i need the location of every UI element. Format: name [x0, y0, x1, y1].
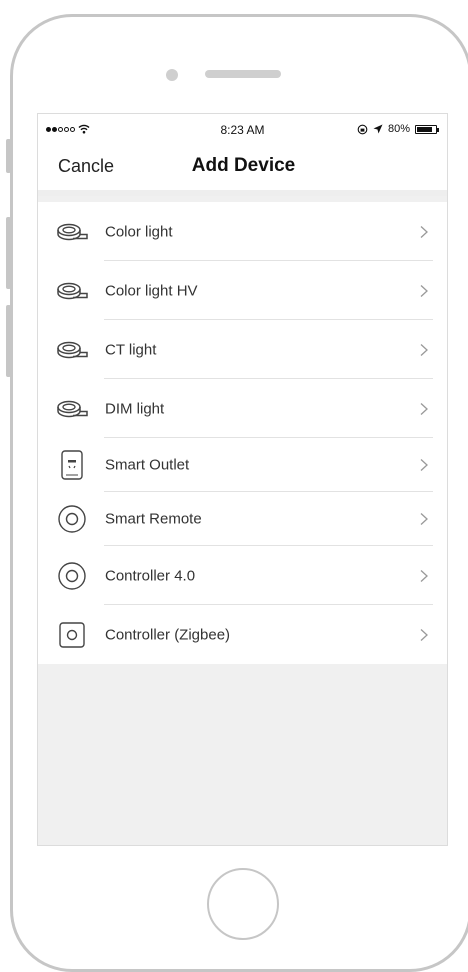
earpiece-speaker: [205, 70, 281, 78]
device-row-dim-light[interactable]: DIM light: [38, 379, 447, 438]
device-row-smart-remote[interactable]: Smart Remote: [38, 492, 447, 546]
device-row-ct-light[interactable]: CT light: [38, 320, 447, 379]
device-label: Controller 4.0: [105, 567, 196, 584]
home-button[interactable]: [207, 868, 279, 940]
device-row-color-light[interactable]: Color light: [38, 202, 447, 261]
led-strip-icon: [56, 393, 88, 425]
device-list: Color light Color light HV CT light DIM …: [38, 202, 447, 664]
chevron-right-icon: [420, 343, 428, 356]
device-row-smart-outlet[interactable]: Smart Outlet: [38, 438, 447, 492]
rotation-lock-icon: [357, 124, 368, 134]
led-strip-icon: [56, 275, 88, 307]
page-title: Add Device: [191, 155, 296, 176]
location-arrow-icon: [373, 124, 383, 134]
outlet-icon: [56, 449, 88, 481]
device-label: DIM light: [105, 400, 165, 417]
status-right: 80%: [357, 123, 439, 135]
device-label: Smart Remote: [105, 510, 202, 528]
chevron-right-icon: [420, 628, 428, 641]
chevron-right-icon: [420, 513, 428, 525]
device-label: Color light HV: [105, 282, 198, 299]
battery-icon: [415, 124, 439, 134]
device-row-controller-4[interactable]: Controller 4.0: [38, 546, 447, 605]
remote-circle-icon: [56, 503, 88, 535]
phone-screen: 8:23 AM 80% Cancle Add Device Color ligh…: [37, 113, 448, 846]
chevron-right-icon: [420, 225, 428, 238]
controller-circle-icon: [56, 560, 88, 592]
front-camera: [166, 69, 178, 81]
device-label: Smart Outlet: [105, 456, 190, 474]
device-row-color-light-hv[interactable]: Color light HV: [38, 261, 447, 320]
chevron-right-icon: [420, 402, 428, 415]
led-strip-icon: [56, 334, 88, 366]
chevron-right-icon: [420, 459, 428, 471]
chevron-right-icon: [420, 284, 428, 297]
device-label: Controller (Zigbee): [105, 626, 231, 643]
device-label: Color light: [105, 223, 173, 240]
led-strip-icon: [56, 216, 88, 248]
device-label: CT light: [105, 341, 157, 358]
battery-percent: 80%: [387, 123, 410, 135]
chevron-right-icon: [420, 569, 428, 582]
navigation-bar: Cancle Add Device: [38, 144, 447, 196]
status-bar: 8:23 AM 80%: [38, 114, 447, 144]
zigbee-controller-icon: [56, 619, 88, 651]
device-row-controller-zigbee[interactable]: Controller (Zigbee): [38, 605, 447, 664]
